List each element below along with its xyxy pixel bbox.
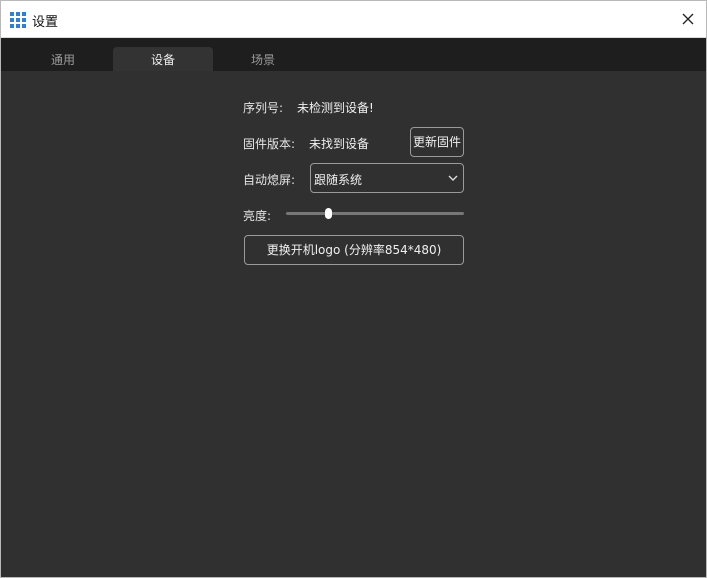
tab-general[interactable]: 通用 [13, 47, 113, 71]
grid-app-icon [10, 12, 26, 28]
tab-device[interactable]: 设备 [113, 47, 213, 71]
auto-screen-off-select[interactable]: 跟随系统 [310, 163, 464, 193]
auto-screen-off-value: 跟随系统 [314, 173, 363, 187]
tab-scene[interactable]: 场景 [213, 47, 313, 71]
firmware-value: 未找到设备 [309, 137, 370, 151]
brightness-slider-track[interactable] [286, 212, 464, 215]
settings-window: 设置 通用 设备 场景 序列号: 未检测到设备! 固件版本: 未找到设备 更新固… [0, 0, 707, 578]
firmware-label: 固件版本: [243, 137, 296, 151]
change-boot-logo-button[interactable]: 更换开机logo (分辨率854*480) [244, 235, 464, 265]
close-button[interactable] [670, 1, 706, 37]
brightness-slider-thumb[interactable] [325, 208, 333, 219]
brightness-label: 亮度: [243, 209, 272, 223]
chevron-down-icon [448, 175, 458, 181]
title-bar: 设置 [1, 1, 706, 38]
window-title: 设置 [32, 15, 59, 30]
tab-bar: 通用 设备 场景 [1, 38, 706, 71]
serial-label: 序列号: [243, 101, 284, 115]
close-icon [682, 13, 694, 25]
serial-value: 未检测到设备! [297, 101, 374, 115]
update-firmware-button[interactable]: 更新固件 [410, 127, 464, 157]
auto-screen-off-label: 自动熄屏: [243, 173, 296, 187]
